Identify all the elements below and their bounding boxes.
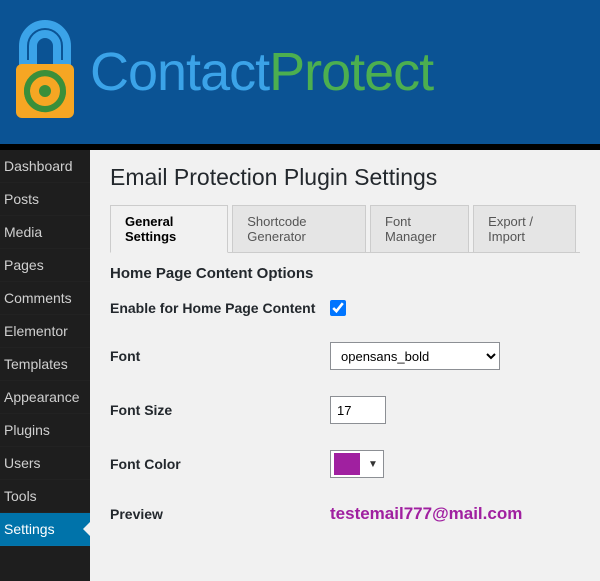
font-select[interactable]: opensans_bold (330, 342, 500, 370)
fontcolor-picker[interactable]: ▼ (330, 450, 384, 478)
enable-label: Enable for Home Page Content (110, 300, 330, 316)
admin-sidebar: DashboardPostsMediaPagesCommentsElemento… (0, 150, 90, 581)
brand-header: ContactProtect (0, 0, 600, 144)
sidebar-item-media[interactable]: Media (0, 216, 90, 249)
font-label: Font (110, 348, 330, 364)
sidebar-item-pages[interactable]: Pages (0, 249, 90, 282)
chevron-down-icon: ▼ (363, 459, 383, 470)
brand-part2: Protect (269, 42, 433, 102)
sidebar-item-users[interactable]: Users (0, 447, 90, 480)
sidebar-item-appearance[interactable]: Appearance (0, 381, 90, 414)
preview-label: Preview (110, 506, 330, 522)
sidebar-item-dashboard[interactable]: Dashboard (0, 150, 90, 183)
brand-wordmark: ContactProtect (90, 41, 433, 103)
sidebar-item-settings[interactable]: Settings (0, 513, 90, 546)
tab-shortcode-generator[interactable]: Shortcode Generator (232, 205, 366, 252)
sidebar-item-plugins[interactable]: Plugins (0, 414, 90, 447)
enable-checkbox[interactable] (330, 300, 346, 316)
brand-part1: Contact (90, 42, 269, 102)
settings-tabs: General SettingsShortcode GeneratorFont … (110, 205, 580, 253)
sidebar-item-comments[interactable]: Comments (0, 282, 90, 315)
preview-text: testemail777@mail.com (330, 504, 522, 524)
color-swatch (334, 453, 360, 475)
sidebar-item-posts[interactable]: Posts (0, 183, 90, 216)
sidebar-item-elementor[interactable]: Elementor (0, 315, 90, 348)
section-title: Home Page Content Options (110, 265, 580, 282)
sidebar-item-templates[interactable]: Templates (0, 348, 90, 381)
tab-font-manager[interactable]: Font Manager (370, 205, 469, 252)
settings-panel: Email Protection Plugin Settings General… (90, 150, 600, 581)
tab-export-import[interactable]: Export / Import (473, 205, 576, 252)
lock-at-icon (10, 20, 80, 124)
sidebar-item-tools[interactable]: Tools (0, 480, 90, 513)
tab-general-settings[interactable]: General Settings (110, 205, 228, 253)
fontsize-input[interactable] (330, 396, 386, 424)
fontsize-label: Font Size (110, 402, 330, 418)
page-title: Email Protection Plugin Settings (110, 164, 580, 191)
fontcolor-label: Font Color (110, 456, 330, 472)
